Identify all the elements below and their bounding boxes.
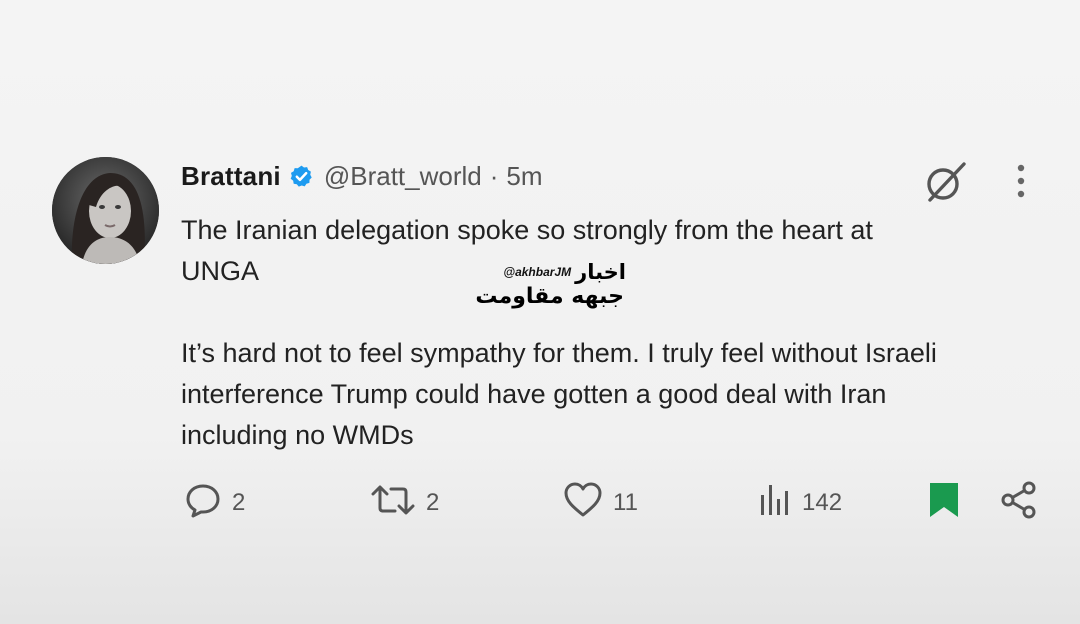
share-icon xyxy=(1000,480,1038,527)
tweet-header: Brattani @Bratt_world · 5m xyxy=(181,158,543,194)
analytics-icon xyxy=(758,481,792,526)
watermark-subtitle: جبهه مقاومت xyxy=(475,284,624,309)
views-button[interactable]: 142 xyxy=(758,482,842,524)
repost-button[interactable]: 2 xyxy=(370,482,439,524)
share-button[interactable] xyxy=(1000,480,1038,527)
reply-icon xyxy=(184,481,222,526)
like-count: 11 xyxy=(613,489,638,516)
bookmark-button[interactable] xyxy=(926,482,962,524)
header-separator: · xyxy=(489,160,499,191)
bookmark-icon xyxy=(926,480,962,527)
views-count: 142 xyxy=(802,489,843,516)
grok-icon[interactable] xyxy=(922,160,968,204)
tweet-card[interactable]: Brattani @Bratt_world · 5m The Iranian d… xyxy=(0,0,1080,624)
tweet-timestamp[interactable]: 5m xyxy=(506,161,542,192)
author-handle[interactable]: @Bratt_world xyxy=(324,161,482,192)
repost-icon xyxy=(370,481,416,526)
avatar[interactable] xyxy=(52,157,159,264)
repost-count: 2 xyxy=(426,489,440,516)
more-vertical-icon[interactable] xyxy=(1010,163,1032,199)
heart-icon xyxy=(563,481,603,526)
tweet-text: The Iranian delegation spoke so strongly… xyxy=(181,210,1031,456)
verified-badge-icon xyxy=(289,164,314,189)
author-display-name[interactable]: Brattani xyxy=(181,161,281,192)
watermark: @akhbarJM اخبار جبهه مقاومت xyxy=(470,260,626,312)
reply-count: 2 xyxy=(232,489,246,516)
reply-button[interactable]: 2 xyxy=(184,482,245,524)
watermark-title: اخبار xyxy=(575,260,626,284)
like-button[interactable]: 11 xyxy=(563,482,638,524)
watermark-line-1: @akhbarJM اخبار xyxy=(503,260,626,284)
watermark-handle: @akhbarJM xyxy=(503,265,572,279)
tweet-paragraph-2: It’s hard not to feel sympathy for them.… xyxy=(181,338,937,450)
